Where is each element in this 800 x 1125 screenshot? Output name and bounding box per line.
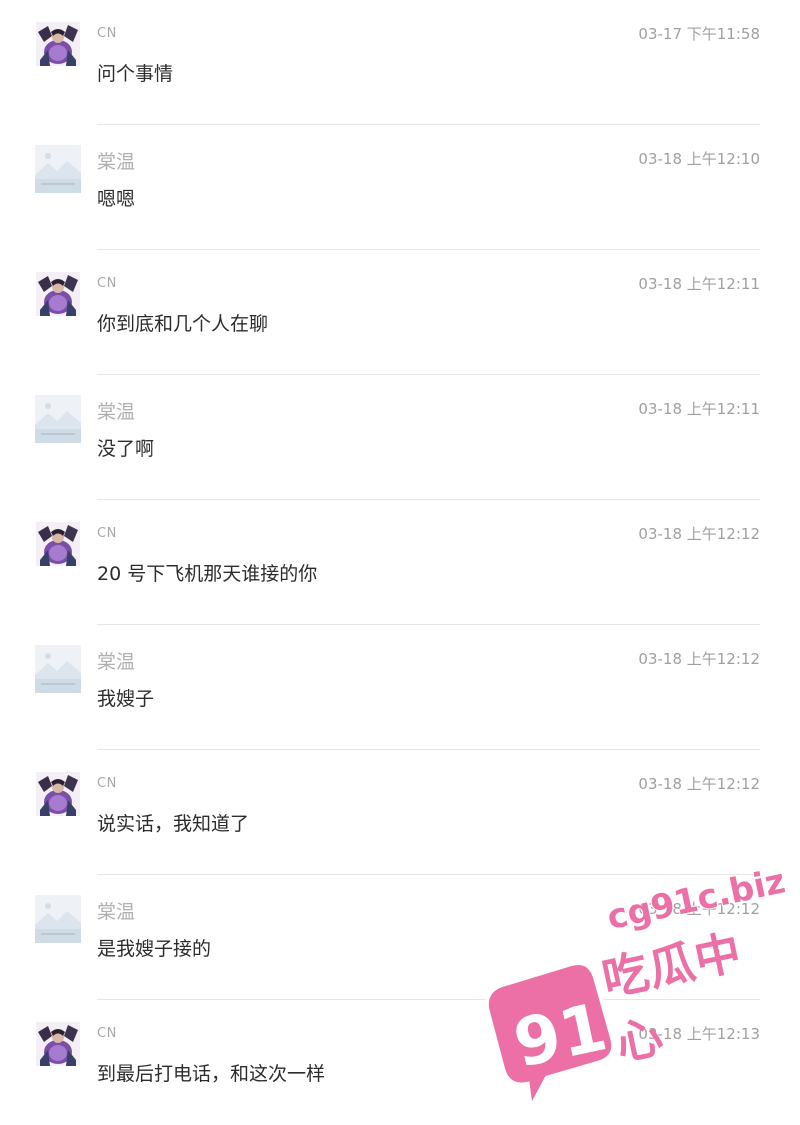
- placeholder-avatar[interactable]: [35, 395, 81, 443]
- message-item: 棠温 03-18 上午12:10 嗯嗯: [0, 125, 800, 250]
- message-text: 我嫂子: [97, 688, 155, 710]
- message-item: CN 03-18 上午12:12 20 号下飞机那天谁接的你: [0, 500, 800, 625]
- message-item: 棠温 03-18 上午12:12 是我嫂子接的: [0, 875, 800, 1000]
- sender-name: CN: [97, 526, 117, 541]
- sender-name: 棠温: [97, 151, 136, 173]
- message-text: 你到底和几个人在聊: [97, 313, 269, 335]
- sender-name: 棠温: [97, 651, 136, 673]
- message-item: CN 03-18 上午12:13 到最后打电话，和这次一样: [0, 1000, 800, 1125]
- message-item: CN 03-18 上午12:12 说实话，我知道了: [0, 750, 800, 875]
- message-item: CN 03-18 上午12:11 你到底和几个人在聊: [0, 250, 800, 375]
- cn-avatar[interactable]: [36, 272, 80, 316]
- message-item: 棠温 03-18 上午12:12 我嫂子: [0, 625, 800, 750]
- placeholder-avatar[interactable]: [35, 645, 81, 693]
- message-text: 问个事情: [97, 63, 174, 85]
- sender-name: CN: [97, 26, 117, 41]
- message-time: 03-18 上午12:12: [638, 900, 760, 918]
- cn-avatar[interactable]: [36, 772, 80, 816]
- chat-history: CN 03-17 下午11:58 问个事情 棠温 03-18 上午12:10 嗯…: [0, 0, 800, 1110]
- message-text: 嗯嗯: [97, 188, 136, 210]
- message-time: 03-18 上午12:10: [638, 150, 760, 168]
- message-time: 03-18 上午12:12: [638, 525, 760, 543]
- message-item: CN 03-17 下午11:58 问个事情: [0, 0, 800, 125]
- cn-avatar[interactable]: [36, 1022, 80, 1066]
- message-time: 03-18 上午12:11: [638, 275, 760, 293]
- sender-name: CN: [97, 1026, 117, 1041]
- message-text: 没了啊: [97, 438, 155, 460]
- sender-name: 棠温: [97, 401, 136, 423]
- message-item: 棠温 03-18 上午12:11 没了啊: [0, 375, 800, 500]
- message-time: 03-18 上午12:12: [638, 775, 760, 793]
- placeholder-avatar[interactable]: [35, 895, 81, 943]
- message-time: 03-18 上午12:13: [638, 1025, 760, 1043]
- message-text: 到最后打电话，和这次一样: [97, 1063, 326, 1085]
- message-time: 03-18 上午12:12: [638, 650, 760, 668]
- message-time: 03-17 下午11:58: [638, 25, 760, 43]
- message-text: 是我嫂子接的: [97, 938, 212, 960]
- sender-name: 棠温: [97, 901, 136, 923]
- placeholder-avatar[interactable]: [35, 145, 81, 193]
- message-text: 20 号下飞机那天谁接的你: [97, 563, 318, 585]
- cn-avatar[interactable]: [36, 522, 80, 566]
- message-text: 说实话，我知道了: [97, 813, 250, 835]
- cn-avatar[interactable]: [36, 22, 80, 66]
- sender-name: CN: [97, 776, 117, 791]
- message-time: 03-18 上午12:11: [638, 400, 760, 418]
- sender-name: CN: [97, 276, 117, 291]
